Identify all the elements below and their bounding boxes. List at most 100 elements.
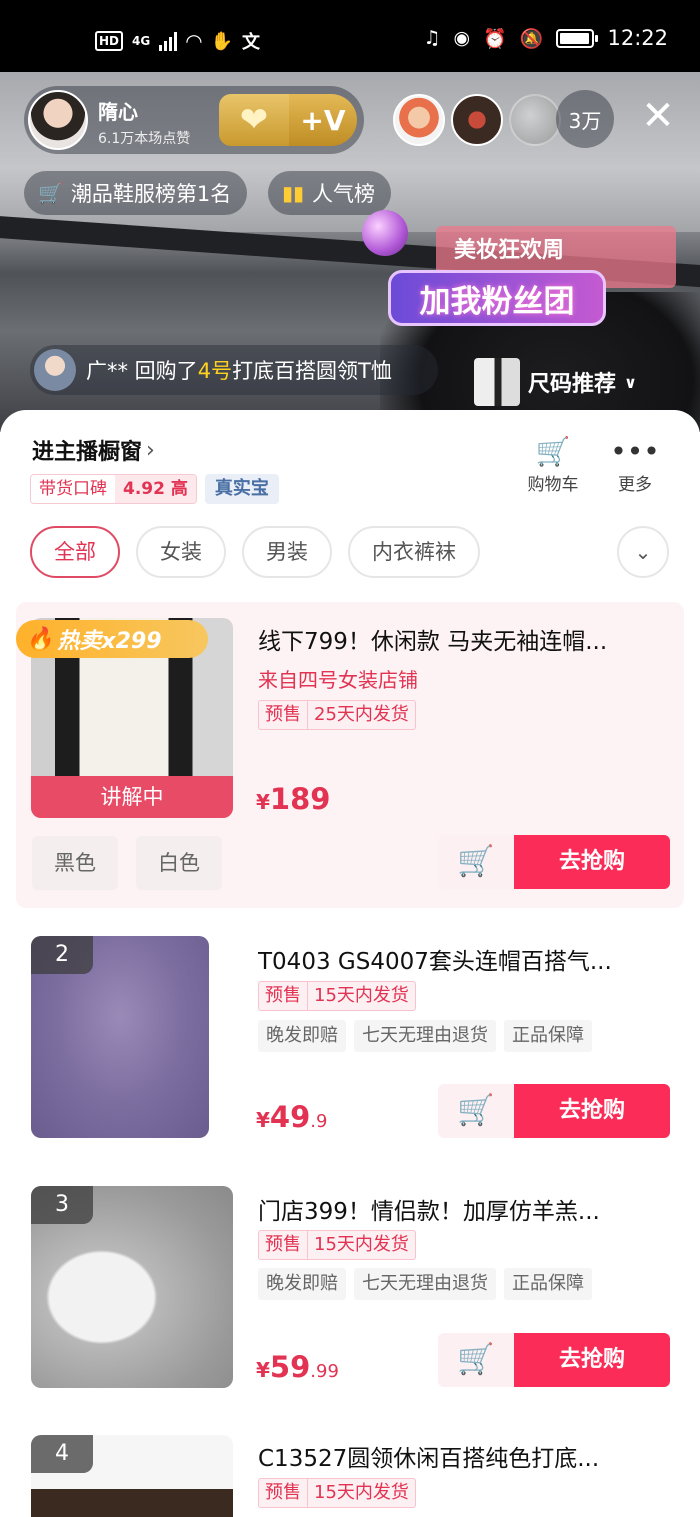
real-treasure-badge[interactable]: 真实宝 bbox=[204, 474, 279, 504]
4g-label: 4G bbox=[132, 34, 151, 48]
store-badges: 带货口碑 4.92 高 真实宝 bbox=[30, 474, 279, 504]
rank-badge: 2 bbox=[31, 936, 93, 974]
filter-womenswear[interactable]: 女装 bbox=[136, 526, 226, 578]
product-title[interactable]: 线下799！休闲款 马夹无袖连帽... bbox=[258, 622, 668, 656]
cart-icon: 🛒 bbox=[38, 181, 63, 205]
buy-now-button[interactable]: 去抢购 bbox=[514, 835, 670, 889]
presale-label: 预售 bbox=[259, 1479, 308, 1507]
filter-menswear[interactable]: 男装 bbox=[242, 526, 332, 578]
wifi-icon: ◠ bbox=[186, 29, 202, 53]
price-currency: ¥ bbox=[256, 790, 270, 814]
heart-icon: ❤ bbox=[239, 100, 269, 140]
presale-label: 预售 bbox=[259, 982, 308, 1010]
viewer-avatar[interactable] bbox=[509, 94, 561, 146]
add-to-cart-button[interactable]: 🛒 bbox=[438, 1333, 514, 1387]
service-tags: 晚发即赔 七天无理由退货 正品保障 bbox=[258, 1268, 592, 1300]
rank-tag-label: 人气榜 bbox=[312, 182, 376, 206]
ship-time: 15天内发货 bbox=[314, 1234, 409, 1255]
hot-sale-badge: 🔥 热卖x299 bbox=[16, 620, 208, 658]
price-currency: ¥ bbox=[256, 1358, 270, 1382]
service-tag: 七天无理由退货 bbox=[354, 1020, 496, 1052]
purchase-ticker: 广** 回购了 4号 打底百搭圆领T恤 bbox=[30, 345, 438, 395]
mute-icon: 🔕 bbox=[519, 27, 544, 50]
filter-all[interactable]: 全部 bbox=[30, 526, 120, 578]
product-card[interactable]: 3 门店399！情侣款！加厚仿羊羔... 预售 15天内发货 晚发即赔 七天无理… bbox=[16, 1186, 684, 1396]
rank-tag-popularity[interactable]: ▮▮ 人气榜 bbox=[268, 171, 392, 215]
viewer-avatar[interactable] bbox=[393, 94, 445, 146]
host-avatar[interactable] bbox=[28, 90, 88, 150]
product-card[interactable]: 4 C13527圆领休闲百搭纯色打底... 预售 15天内发货 bbox=[16, 1435, 684, 1517]
cart-button[interactable]: 🛒 购物车 bbox=[523, 434, 583, 495]
clock: 12:22 bbox=[607, 26, 668, 50]
product-price: ¥59.99 bbox=[256, 1350, 339, 1384]
product-sheet: 进主播橱窗 › 带货口碑 4.92 高 真实宝 🛒 购物车 ••• 更多 全部 … bbox=[0, 410, 700, 1517]
anchor-showcase-link[interactable]: 进主播橱窗 › bbox=[32, 434, 155, 466]
hand-icon: ✋ bbox=[210, 30, 234, 52]
presale-tag: 预售 15天内发货 bbox=[258, 981, 416, 1011]
rating-label: 带货口碑 bbox=[31, 475, 115, 503]
cart-icon: 🛒 bbox=[535, 435, 571, 468]
rating-value: 4.92 高 bbox=[115, 475, 196, 503]
host-name: 隋心 bbox=[98, 100, 138, 124]
rating-badge[interactable]: 带货口碑 4.92 高 bbox=[30, 474, 197, 504]
more-button[interactable]: ••• 更多 bbox=[605, 434, 665, 495]
cart-label: 购物车 bbox=[527, 475, 579, 495]
follow-v-button[interactable]: +V bbox=[289, 94, 357, 146]
product-card[interactable]: 2 T0403 GS4007套头连帽百搭气... 预售 15天内发货 晚发即赔 … bbox=[16, 936, 684, 1146]
host-info[interactable]: 隋心 6.1万本场点赞 ❤ +V bbox=[24, 86, 364, 154]
fan-club-heart-button[interactable]: ❤ bbox=[219, 94, 289, 146]
add-to-cart-button[interactable]: 🛒 bbox=[438, 835, 514, 889]
buy-now-button[interactable]: 去抢购 bbox=[514, 1333, 670, 1387]
product-title[interactable]: T0403 GS4007套头连帽百搭气... bbox=[258, 942, 668, 976]
service-tag: 晚发即赔 bbox=[258, 1268, 346, 1300]
rank-tag-shoes-clothing[interactable]: 🛒 潮品鞋服榜第1名 bbox=[24, 171, 248, 215]
hd-icon: HD bbox=[95, 31, 124, 51]
price-currency: ¥ bbox=[256, 1108, 270, 1132]
fan-club-promo[interactable]: 美妆狂欢周 加我粉丝团 bbox=[388, 222, 678, 332]
viewer-count[interactable]: 3万 bbox=[556, 90, 614, 148]
color-option-black[interactable]: 黑色 bbox=[32, 836, 118, 890]
buy-now-button[interactable]: 去抢购 bbox=[514, 1084, 670, 1138]
plus-v-icon: +V bbox=[300, 103, 346, 137]
close-icon[interactable]: ✕ bbox=[636, 94, 680, 138]
product-price: ¥189 bbox=[256, 782, 330, 816]
eye-icon: ◉ bbox=[453, 27, 471, 49]
presale-label: 预售 bbox=[259, 701, 308, 729]
product-card[interactable]: 🔥 热卖x299 讲解中 线下799！休闲款 马夹无袖连帽... 来自四号女装店… bbox=[16, 602, 684, 908]
product-price: ¥49.9 bbox=[256, 1100, 327, 1134]
size-recommend-label: 尺码推荐 bbox=[528, 372, 617, 397]
size-recommend-button[interactable]: 尺码推荐 ∨ bbox=[474, 357, 637, 407]
presale-tag: 预售 25天内发货 bbox=[258, 700, 416, 730]
ticker-highlight: 4号 bbox=[197, 359, 233, 383]
price-decimal: .9 bbox=[310, 1111, 328, 1132]
hot-sale-label: 热卖x299 bbox=[57, 629, 162, 654]
chevron-down-icon: ∨ bbox=[624, 372, 638, 392]
status-bar: HD 4G ◠ ✋ 文 ♫ ◉ ⏰ 🔕 12:22 bbox=[0, 0, 700, 72]
ship-time: 15天内发货 bbox=[314, 1482, 409, 1503]
rank-badge: 3 bbox=[31, 1186, 93, 1224]
color-option-white[interactable]: 白色 bbox=[136, 836, 222, 890]
service-tags: 晚发即赔 七天无理由退货 正品保障 bbox=[258, 1020, 592, 1052]
add-cart-icon: 🛒 bbox=[457, 1093, 495, 1128]
add-to-cart-button[interactable]: 🛒 bbox=[438, 1084, 514, 1138]
live-stream-view[interactable]: 隋心 6.1万本场点赞 ❤ +V 3万 ✕ 🛒 潮品鞋服榜第1名 ▮▮ 人气榜 … bbox=[0, 72, 700, 432]
expand-filters-button[interactable]: ⌄ bbox=[617, 526, 669, 578]
filter-underwear[interactable]: 内衣裤袜 bbox=[348, 526, 480, 578]
bar-chart-icon: ▮▮ bbox=[282, 181, 305, 205]
headphones-icon: ♫ bbox=[423, 27, 441, 49]
product-title[interactable]: 门店399！情侣款！加厚仿羊羔... bbox=[258, 1192, 668, 1226]
size-recommend-thumb bbox=[474, 358, 520, 406]
product-shop[interactable]: 来自四号女装店铺 bbox=[258, 664, 418, 693]
price-integer: 49 bbox=[269, 1100, 311, 1134]
anchor-showcase-title: 进主播橱窗 bbox=[32, 440, 143, 465]
price-integer: 59 bbox=[269, 1350, 311, 1384]
alarm-icon: ⏰ bbox=[483, 27, 507, 50]
ship-time: 25天内发货 bbox=[314, 704, 409, 725]
presale-label: 预售 bbox=[259, 1231, 308, 1259]
add-cart-icon: 🛒 bbox=[457, 1342, 495, 1377]
chevron-down-icon: ⌄ bbox=[634, 540, 652, 564]
join-fan-club-banner[interactable]: 加我粉丝团 bbox=[388, 270, 606, 326]
viewer-avatar[interactable] bbox=[451, 94, 503, 146]
product-title[interactable]: C13527圆领休闲百搭纯色打底... bbox=[258, 1439, 668, 1473]
service-tag: 正品保障 bbox=[504, 1020, 592, 1052]
